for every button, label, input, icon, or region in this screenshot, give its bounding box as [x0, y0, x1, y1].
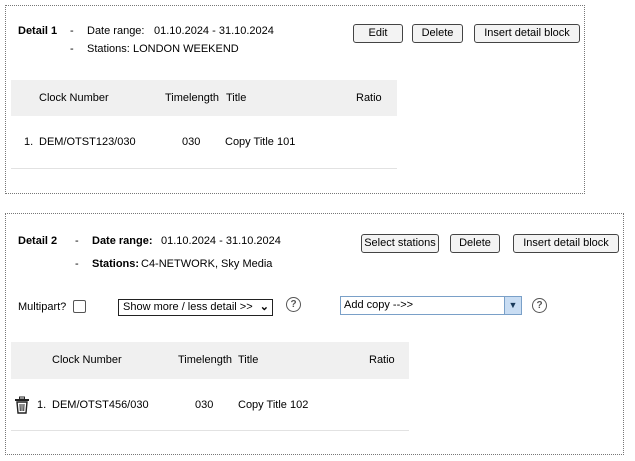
row-index: 1. — [37, 399, 47, 411]
chevron-down-icon: ⌄ — [259, 301, 269, 313]
edit-button[interactable]: Edit — [353, 24, 403, 43]
chevron-down-icon: ▼ — [504, 297, 521, 314]
table-header: Clock Number Timelength Title Ratio — [11, 342, 409, 379]
bullet-dash: - — [70, 25, 74, 37]
row-divider — [11, 168, 397, 169]
bullet-dash: - — [75, 258, 79, 270]
row-divider — [11, 430, 409, 431]
column-header-ratio: Ratio — [369, 354, 395, 366]
delete-button[interactable]: Delete — [450, 234, 500, 253]
stations-label: Stations: — [87, 43, 130, 55]
help-icon[interactable]: ? — [286, 297, 301, 312]
detail-title: Detail 2 — [18, 235, 58, 247]
column-header-timelength: Timelength — [165, 92, 220, 104]
help-icon[interactable]: ? — [532, 298, 547, 313]
timelength-cell: 030 — [182, 136, 201, 148]
column-header-timelength: Timelength — [178, 354, 233, 366]
table-header: Clock Number Timelength Title Ratio — [11, 80, 397, 116]
date-range-value: 01.10.2024 - 31.10.2024 — [161, 235, 281, 247]
detail-toggle-value: Show more / less detail >> — [123, 301, 253, 313]
bullet-dash: - — [75, 235, 79, 247]
insert-detail-block-button[interactable]: Insert detail block — [513, 234, 619, 253]
title-cell: Copy Title 102 — [238, 399, 309, 411]
bullet-dash: - — [70, 43, 74, 55]
date-range-label: Date range: — [87, 25, 145, 37]
multipart-checkbox[interactable] — [73, 300, 86, 313]
row-index: 1. — [24, 136, 34, 148]
detail-toggle-select[interactable]: Show more / less detail >> ⌄ — [118, 299, 273, 316]
column-header-title: Title — [238, 354, 259, 366]
column-header-clock-number: Clock Number — [39, 92, 109, 104]
date-range-value: 01.10.2024 - 31.10.2024 — [154, 25, 274, 37]
title-cell: Copy Title 101 — [225, 136, 296, 148]
stations-value: C4-NETWORK, Sky Media — [141, 258, 273, 270]
multipart-label: Multipart? — [18, 301, 67, 313]
column-header-ratio: Ratio — [356, 92, 382, 104]
clock-number-cell: DEM/OTST456/030 — [52, 399, 149, 411]
stations-value: LONDON WEEKEND — [133, 43, 239, 55]
clock-number-cell: DEM/OTST123/030 — [39, 136, 136, 148]
date-range-label: Date range: — [92, 235, 153, 247]
detail-block-2: Detail 2 - Date range: 01.10.2024 - 31.1… — [5, 213, 624, 455]
trash-icon[interactable] — [14, 396, 30, 414]
insert-detail-block-button[interactable]: Insert detail block — [474, 24, 580, 43]
stations-label: Stations: — [92, 258, 140, 270]
select-stations-button[interactable]: Select stations — [361, 234, 439, 253]
timelength-cell: 030 — [195, 399, 214, 411]
add-copy-value: Add copy -->> — [344, 299, 414, 311]
detail-title: Detail 1 — [18, 25, 58, 37]
column-header-title: Title — [226, 92, 247, 104]
add-copy-select[interactable]: Add copy -->> ▼ — [340, 296, 522, 315]
column-header-clock-number: Clock Number — [52, 354, 122, 366]
delete-button[interactable]: Delete — [412, 24, 463, 43]
detail-block-1: Detail 1 - Date range: 01.10.2024 - 31.1… — [5, 5, 585, 194]
